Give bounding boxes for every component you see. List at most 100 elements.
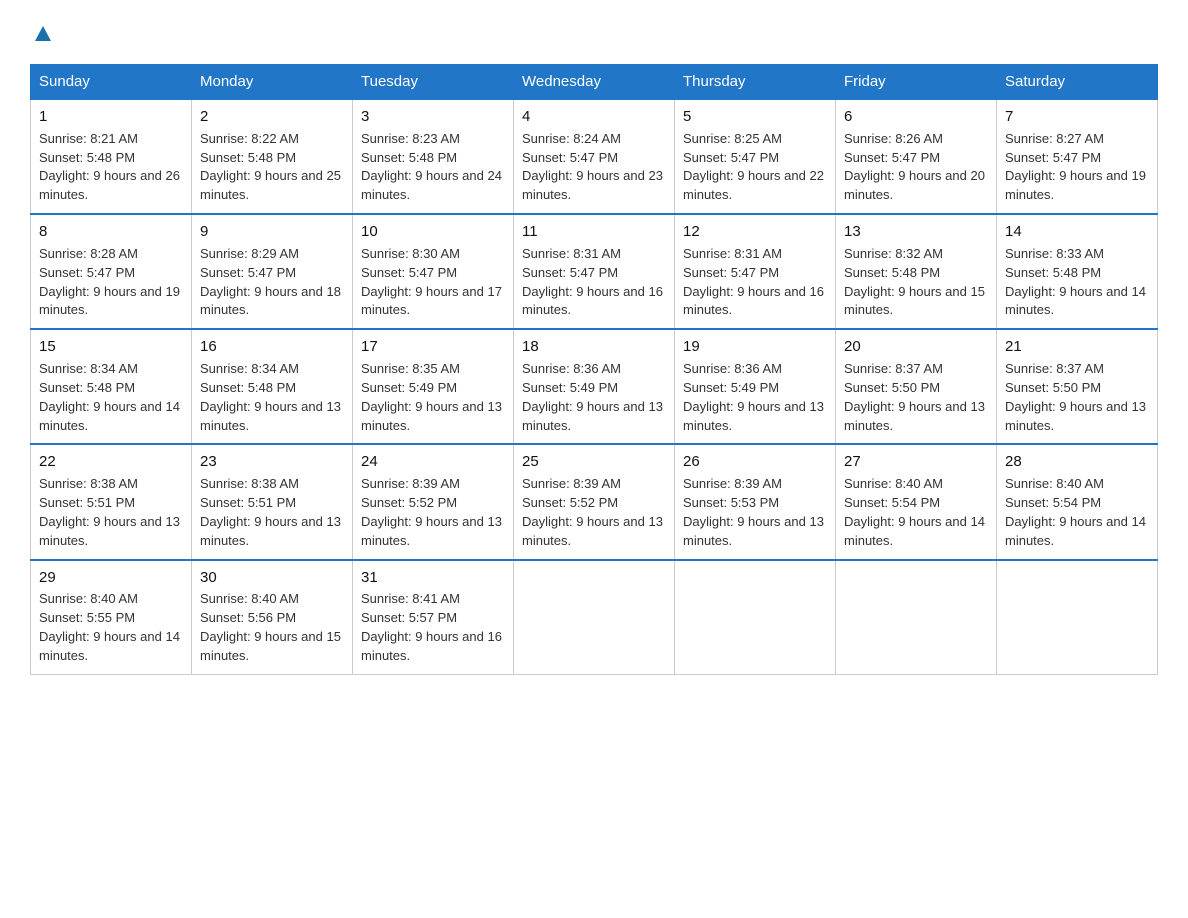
calendar-cell: 1 Sunrise: 8:21 AMSunset: 5:48 PMDaylight…	[31, 99, 192, 214]
calendar-cell: 7 Sunrise: 8:27 AMSunset: 5:47 PMDaylight…	[997, 99, 1158, 214]
calendar-cell: 4 Sunrise: 8:24 AMSunset: 5:47 PMDaylight…	[514, 99, 675, 214]
day-info: Sunrise: 8:24 AMSunset: 5:47 PMDaylight:…	[522, 131, 663, 203]
calendar-week-2: 8Sunrise: 8:28 AMSunset: 5:47 PMDaylight…	[31, 214, 1158, 329]
calendar-cell: 11 Sunrise: 8:31 AMSunset: 5:47 PMDayligh…	[514, 214, 675, 329]
day-number: 29	[39, 567, 183, 589]
day-info: Sunrise: 8:29 AMSunset: 5:47 PMDaylight:…	[200, 246, 341, 318]
day-info: Sunrise: 8:31 AMSunset: 5:47 PMDaylight:…	[683, 246, 824, 318]
day-info: Sunrise: 8:40 AMSunset: 5:55 PMDaylight:…	[39, 591, 180, 663]
col-header-monday: Monday	[192, 65, 353, 100]
day-info: Sunrise: 8:39 AMSunset: 5:53 PMDaylight:…	[683, 476, 824, 548]
calendar-cell	[514, 560, 675, 675]
day-number: 10	[361, 221, 505, 243]
calendar-cell: 15 Sunrise: 8:34 AMSunset: 5:48 PMDayligh…	[31, 329, 192, 444]
day-info: Sunrise: 8:39 AMSunset: 5:52 PMDaylight:…	[522, 476, 663, 548]
day-number: 31	[361, 567, 505, 589]
calendar-header: SundayMondayTuesdayWednesdayThursdayFrid…	[31, 65, 1158, 100]
calendar-cell: 21 Sunrise: 8:37 AMSunset: 5:50 PMDayligh…	[997, 329, 1158, 444]
day-info: Sunrise: 8:40 AMSunset: 5:54 PMDaylight:…	[1005, 476, 1146, 548]
day-number: 22	[39, 451, 183, 473]
calendar-cell: 20 Sunrise: 8:37 AMSunset: 5:50 PMDayligh…	[836, 329, 997, 444]
day-info: Sunrise: 8:39 AMSunset: 5:52 PMDaylight:…	[361, 476, 502, 548]
day-info: Sunrise: 8:26 AMSunset: 5:47 PMDaylight:…	[844, 131, 985, 203]
day-number: 4	[522, 106, 666, 128]
calendar-week-5: 29Sunrise: 8:40 AMSunset: 5:55 PMDayligh…	[31, 560, 1158, 675]
calendar-cell	[836, 560, 997, 675]
day-info: Sunrise: 8:25 AMSunset: 5:47 PMDaylight:…	[683, 131, 824, 203]
day-number: 18	[522, 336, 666, 358]
day-number: 30	[200, 567, 344, 589]
day-number: 14	[1005, 221, 1149, 243]
calendar-cell: 26 Sunrise: 8:39 AMSunset: 5:53 PMDayligh…	[675, 444, 836, 559]
calendar-week-1: 1 Sunrise: 8:21 AMSunset: 5:48 PMDaylight…	[31, 99, 1158, 214]
calendar-cell: 16 Sunrise: 8:34 AMSunset: 5:48 PMDayligh…	[192, 329, 353, 444]
day-number: 21	[1005, 336, 1149, 358]
page-header	[30, 20, 1158, 44]
day-number: 26	[683, 451, 827, 473]
calendar-week-3: 15 Sunrise: 8:34 AMSunset: 5:48 PMDayligh…	[31, 329, 1158, 444]
day-number: 19	[683, 336, 827, 358]
calendar-cell: 17 Sunrise: 8:35 AMSunset: 5:49 PMDayligh…	[353, 329, 514, 444]
day-info: Sunrise: 8:37 AMSunset: 5:50 PMDaylight:…	[1005, 361, 1146, 433]
day-info: Sunrise: 8:23 AMSunset: 5:48 PMDaylight:…	[361, 131, 502, 203]
day-number: 1	[39, 106, 183, 128]
day-number: 20	[844, 336, 988, 358]
day-info: Sunrise: 8:21 AMSunset: 5:48 PMDaylight:…	[39, 131, 180, 203]
calendar-table: SundayMondayTuesdayWednesdayThursdayFrid…	[30, 64, 1158, 675]
day-info: Sunrise: 8:35 AMSunset: 5:49 PMDaylight:…	[361, 361, 502, 433]
calendar-cell: 24 Sunrise: 8:39 AMSunset: 5:52 PMDayligh…	[353, 444, 514, 559]
day-info: Sunrise: 8:34 AMSunset: 5:48 PMDaylight:…	[200, 361, 341, 433]
calendar-cell: 27Sunrise: 8:40 AMSunset: 5:54 PMDayligh…	[836, 444, 997, 559]
day-number: 28	[1005, 451, 1149, 473]
day-number: 24	[361, 451, 505, 473]
day-number: 23	[200, 451, 344, 473]
calendar-cell	[997, 560, 1158, 675]
logo-triangle-icon	[32, 22, 54, 44]
day-number: 5	[683, 106, 827, 128]
calendar-cell: 28 Sunrise: 8:40 AMSunset: 5:54 PMDayligh…	[997, 444, 1158, 559]
day-number: 25	[522, 451, 666, 473]
calendar-cell: 22 Sunrise: 8:38 AMSunset: 5:51 PMDayligh…	[31, 444, 192, 559]
day-info: Sunrise: 8:37 AMSunset: 5:50 PMDaylight:…	[844, 361, 985, 433]
calendar-cell: 8Sunrise: 8:28 AMSunset: 5:47 PMDaylight…	[31, 214, 192, 329]
day-info: Sunrise: 8:28 AMSunset: 5:47 PMDaylight:…	[39, 246, 180, 318]
calendar-cell: 2Sunrise: 8:22 AMSunset: 5:48 PMDaylight…	[192, 99, 353, 214]
day-info: Sunrise: 8:33 AMSunset: 5:48 PMDaylight:…	[1005, 246, 1146, 318]
day-info: Sunrise: 8:27 AMSunset: 5:47 PMDaylight:…	[1005, 131, 1146, 203]
day-number: 3	[361, 106, 505, 128]
day-info: Sunrise: 8:31 AMSunset: 5:47 PMDaylight:…	[522, 246, 663, 318]
calendar-cell: 25 Sunrise: 8:39 AMSunset: 5:52 PMDayligh…	[514, 444, 675, 559]
day-info: Sunrise: 8:38 AMSunset: 5:51 PMDaylight:…	[200, 476, 341, 548]
day-number: 6	[844, 106, 988, 128]
day-info: Sunrise: 8:34 AMSunset: 5:48 PMDaylight:…	[39, 361, 180, 433]
day-number: 7	[1005, 106, 1149, 128]
day-number: 17	[361, 336, 505, 358]
day-info: Sunrise: 8:38 AMSunset: 5:51 PMDaylight:…	[39, 476, 180, 548]
day-info: Sunrise: 8:40 AMSunset: 5:56 PMDaylight:…	[200, 591, 341, 663]
day-number: 9	[200, 221, 344, 243]
calendar-cell: 18Sunrise: 8:36 AMSunset: 5:49 PMDayligh…	[514, 329, 675, 444]
day-number: 12	[683, 221, 827, 243]
day-info: Sunrise: 8:40 AMSunset: 5:54 PMDaylight:…	[844, 476, 985, 548]
calendar-cell: 14 Sunrise: 8:33 AMSunset: 5:48 PMDayligh…	[997, 214, 1158, 329]
calendar-cell: 10 Sunrise: 8:30 AMSunset: 5:47 PMDayligh…	[353, 214, 514, 329]
day-number: 11	[522, 221, 666, 243]
col-header-thursday: Thursday	[675, 65, 836, 100]
calendar-cell	[675, 560, 836, 675]
day-number: 15	[39, 336, 183, 358]
calendar-cell: 23 Sunrise: 8:38 AMSunset: 5:51 PMDayligh…	[192, 444, 353, 559]
col-header-wednesday: Wednesday	[514, 65, 675, 100]
day-number: 13	[844, 221, 988, 243]
calendar-cell: 31Sunrise: 8:41 AMSunset: 5:57 PMDayligh…	[353, 560, 514, 675]
calendar-cell: 19 Sunrise: 8:36 AMSunset: 5:49 PMDayligh…	[675, 329, 836, 444]
calendar-cell: 5 Sunrise: 8:25 AMSunset: 5:47 PMDaylight…	[675, 99, 836, 214]
day-info: Sunrise: 8:36 AMSunset: 5:49 PMDaylight:…	[683, 361, 824, 433]
day-info: Sunrise: 8:32 AMSunset: 5:48 PMDaylight:…	[844, 246, 985, 318]
col-header-tuesday: Tuesday	[353, 65, 514, 100]
day-info: Sunrise: 8:30 AMSunset: 5:47 PMDaylight:…	[361, 246, 502, 318]
calendar-week-4: 22 Sunrise: 8:38 AMSunset: 5:51 PMDayligh…	[31, 444, 1158, 559]
day-number: 16	[200, 336, 344, 358]
logo	[30, 20, 54, 44]
calendar-cell: 13 Sunrise: 8:32 AMSunset: 5:48 PMDayligh…	[836, 214, 997, 329]
col-header-saturday: Saturday	[997, 65, 1158, 100]
